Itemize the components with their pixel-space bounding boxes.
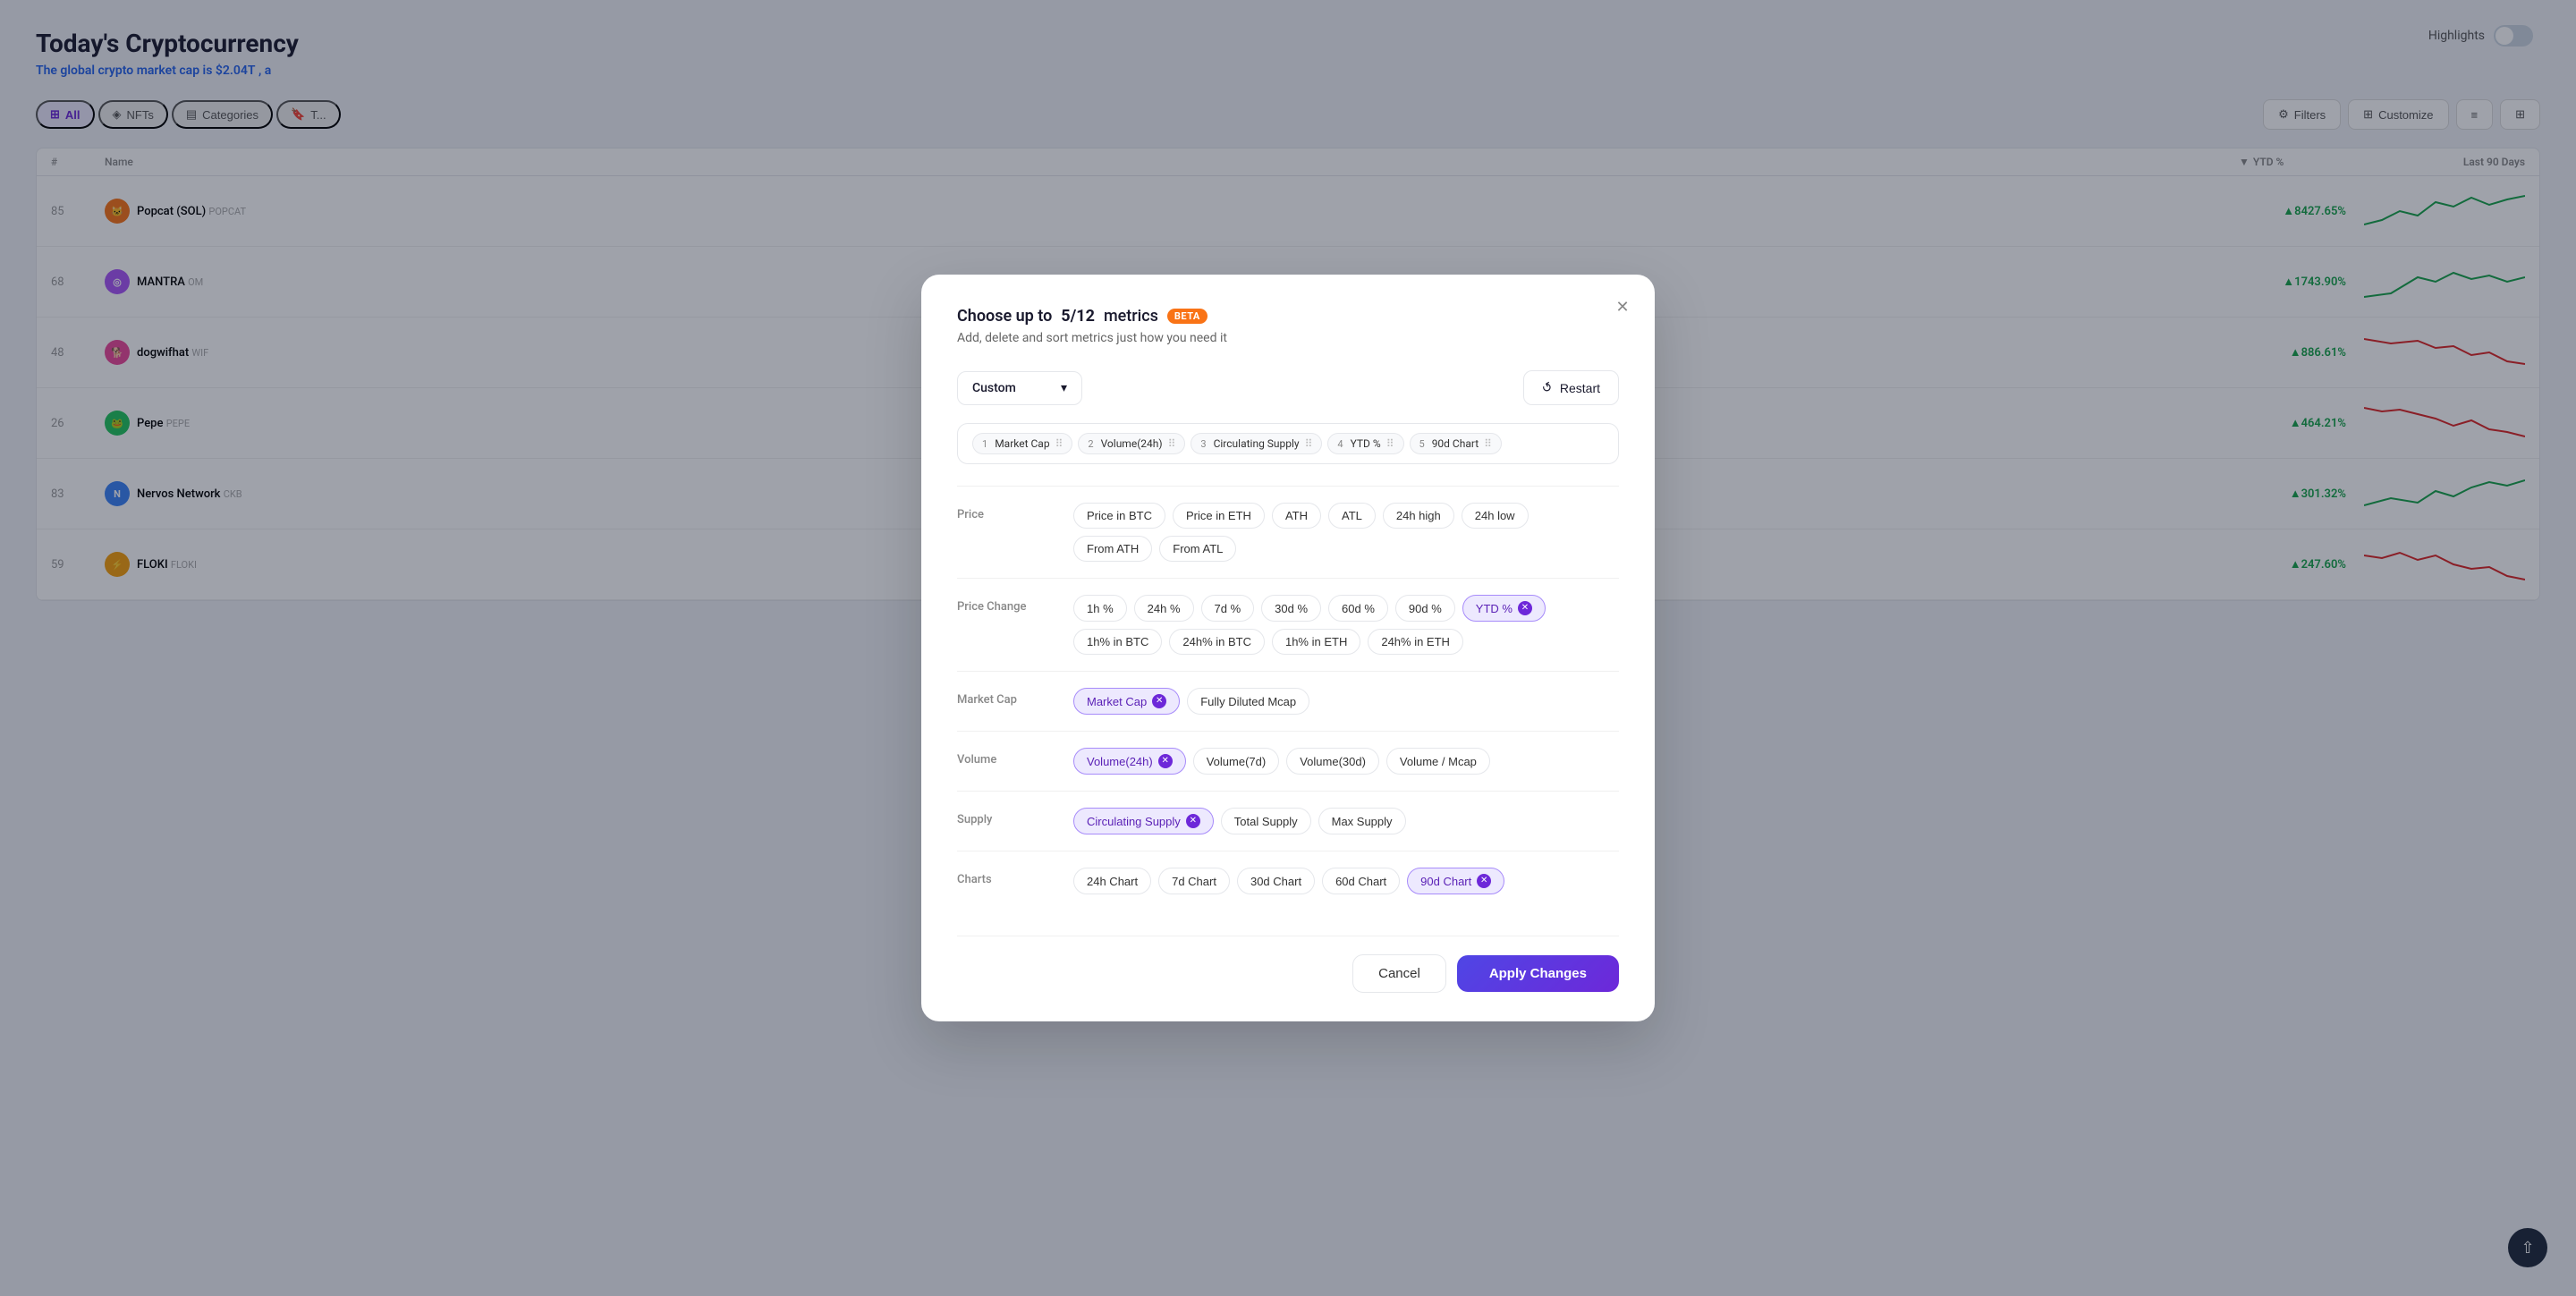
drag-icon-3: ⠿	[1305, 437, 1313, 450]
section-price-label: Price	[957, 503, 1055, 521]
restart-button[interactable]: ↺ Restart	[1523, 370, 1619, 405]
market-cap-chips: Market Cap ✕ Fully Diluted Mcap	[1073, 688, 1619, 715]
chip-ytd-pct[interactable]: YTD % ✕	[1462, 595, 1546, 622]
modal-header: Choose up to 5/12 metrics Beta	[957, 307, 1619, 326]
chip-atl[interactable]: ATL	[1328, 503, 1376, 529]
modal-overlay: ✕ Choose up to 5/12 metrics Beta Add, de…	[0, 0, 2576, 1296]
restart-label: Restart	[1560, 381, 1600, 395]
active-chip-1[interactable]: 1 Market Cap ⠿	[972, 433, 1072, 454]
drag-icon-5: ⠿	[1484, 437, 1492, 450]
charts-chips: 24h Chart 7d Chart 30d Chart 60d Chart 9…	[1073, 868, 1619, 894]
section-price-change-label: Price Change	[957, 595, 1055, 614]
modal-count: 5/12	[1061, 307, 1095, 326]
active-chip-5[interactable]: 5 90d Chart ⠿	[1410, 433, 1502, 454]
chip-chart-7d[interactable]: 7d Chart	[1158, 868, 1230, 894]
modal-title-pre: Choose up to	[957, 307, 1052, 326]
modal-title-post: metrics	[1104, 307, 1158, 326]
restart-icon: ↺	[1539, 378, 1556, 397]
preset-label: Custom	[972, 381, 1016, 395]
chip-from-ath[interactable]: From ATH	[1073, 536, 1152, 562]
chip-chart-60d[interactable]: 60d Chart	[1322, 868, 1400, 894]
section-charts: Charts 24h Chart 7d Chart 30d Chart 60d …	[957, 851, 1619, 911]
preset-select[interactable]: Custom ▾	[957, 371, 1082, 405]
cancel-button[interactable]: Cancel	[1352, 954, 1446, 993]
chip-price-btc[interactable]: Price in BTC	[1073, 503, 1165, 529]
chip-1h-pct[interactable]: 1h %	[1073, 595, 1127, 622]
close-icon: ✕	[1615, 298, 1629, 317]
volume-chips: Volume(24h) ✕ Volume(7d) Volume(30d) Vol…	[1073, 748, 1619, 775]
section-volume: Volume Volume(24h) ✕ Volume(7d) Volume(3…	[957, 731, 1619, 791]
active-chips-bar: 1 Market Cap ⠿ 2 Volume(24h) ⠿ 3 Circula…	[957, 423, 1619, 464]
apply-button[interactable]: Apply Changes	[1457, 955, 1619, 992]
chip-chart-30d[interactable]: 30d Chart	[1237, 868, 1315, 894]
active-chip-3[interactable]: 3 Circulating Supply ⠿	[1191, 433, 1322, 454]
chip-x-chart-90d[interactable]: ✕	[1477, 874, 1491, 888]
modal-close-button[interactable]: ✕	[1608, 292, 1637, 321]
modal-footer: Cancel Apply Changes	[957, 936, 1619, 993]
section-price-change: Price Change 1h % 24h % 7d % 30d % 60d %…	[957, 578, 1619, 671]
drag-icon-1: ⠿	[1055, 437, 1063, 450]
chip-24h-btc[interactable]: 24h% in BTC	[1169, 629, 1265, 655]
chip-7d-pct[interactable]: 7d %	[1201, 595, 1255, 622]
section-price: Price Price in BTC Price in ETH ATH ATL …	[957, 486, 1619, 578]
chip-24h-low[interactable]: 24h low	[1462, 503, 1529, 529]
chip-24h-pct[interactable]: 24h %	[1134, 595, 1194, 622]
price-change-chips: 1h % 24h % 7d % 30d % 60d % 90d % YTD % …	[1073, 595, 1619, 655]
chip-30d-pct[interactable]: 30d %	[1261, 595, 1321, 622]
section-charts-label: Charts	[957, 868, 1055, 886]
chevron-down-icon: ▾	[1061, 381, 1067, 395]
chip-circ-supply[interactable]: Circulating Supply ✕	[1073, 808, 1214, 834]
chip-chart-90d[interactable]: 90d Chart ✕	[1407, 868, 1504, 894]
chip-24h-high[interactable]: 24h high	[1383, 503, 1454, 529]
chip-vol-24h[interactable]: Volume(24h) ✕	[1073, 748, 1186, 775]
chip-x-market-cap[interactable]: ✕	[1152, 694, 1166, 708]
chip-vol-7d[interactable]: Volume(7d)	[1193, 748, 1279, 775]
drag-icon-2: ⠿	[1168, 437, 1176, 450]
chip-x-vol-24h[interactable]: ✕	[1158, 754, 1173, 768]
chip-market-cap[interactable]: Market Cap ✕	[1073, 688, 1180, 715]
section-supply-label: Supply	[957, 808, 1055, 826]
section-market-cap: Market Cap Market Cap ✕ Fully Diluted Mc…	[957, 671, 1619, 731]
section-supply: Supply Circulating Supply ✕ Total Supply…	[957, 791, 1619, 851]
chip-total-supply[interactable]: Total Supply	[1221, 808, 1311, 834]
chip-price-eth[interactable]: Price in ETH	[1173, 503, 1265, 529]
modal-controls: Custom ▾ ↺ Restart	[957, 370, 1619, 405]
chip-x-circ-supply[interactable]: ✕	[1186, 814, 1200, 828]
price-chips: Price in BTC Price in ETH ATH ATL 24h hi…	[1073, 503, 1619, 562]
drag-icon-4: ⠿	[1386, 437, 1394, 450]
chip-60d-pct[interactable]: 60d %	[1328, 595, 1388, 622]
chip-max-supply[interactable]: Max Supply	[1318, 808, 1406, 834]
chip-from-atl[interactable]: From ATL	[1159, 536, 1236, 562]
chip-chart-24h[interactable]: 24h Chart	[1073, 868, 1151, 894]
chip-vol-mcap[interactable]: Volume / Mcap	[1386, 748, 1490, 775]
chip-fully-diluted[interactable]: Fully Diluted Mcap	[1187, 688, 1309, 715]
chip-vol-30d[interactable]: Volume(30d)	[1286, 748, 1379, 775]
chip-24h-eth[interactable]: 24h% in ETH	[1368, 629, 1463, 655]
supply-chips: Circulating Supply ✕ Total Supply Max Su…	[1073, 808, 1619, 834]
chip-1h-btc[interactable]: 1h% in BTC	[1073, 629, 1162, 655]
active-chip-4[interactable]: 4 YTD % ⠿	[1327, 433, 1403, 454]
section-volume-label: Volume	[957, 748, 1055, 767]
modal-subtitle: Add, delete and sort metrics just how yo…	[957, 331, 1619, 345]
chip-1h-eth[interactable]: 1h% in ETH	[1272, 629, 1360, 655]
modal: ✕ Choose up to 5/12 metrics Beta Add, de…	[921, 275, 1655, 1021]
section-market-cap-label: Market Cap	[957, 688, 1055, 707]
chip-ath[interactable]: ATH	[1272, 503, 1321, 529]
chip-90d-pct[interactable]: 90d %	[1395, 595, 1455, 622]
beta-badge: Beta	[1167, 309, 1208, 324]
chip-x-ytd[interactable]: ✕	[1518, 601, 1532, 615]
active-chip-2[interactable]: 2 Volume(24h) ⠿	[1078, 433, 1185, 454]
